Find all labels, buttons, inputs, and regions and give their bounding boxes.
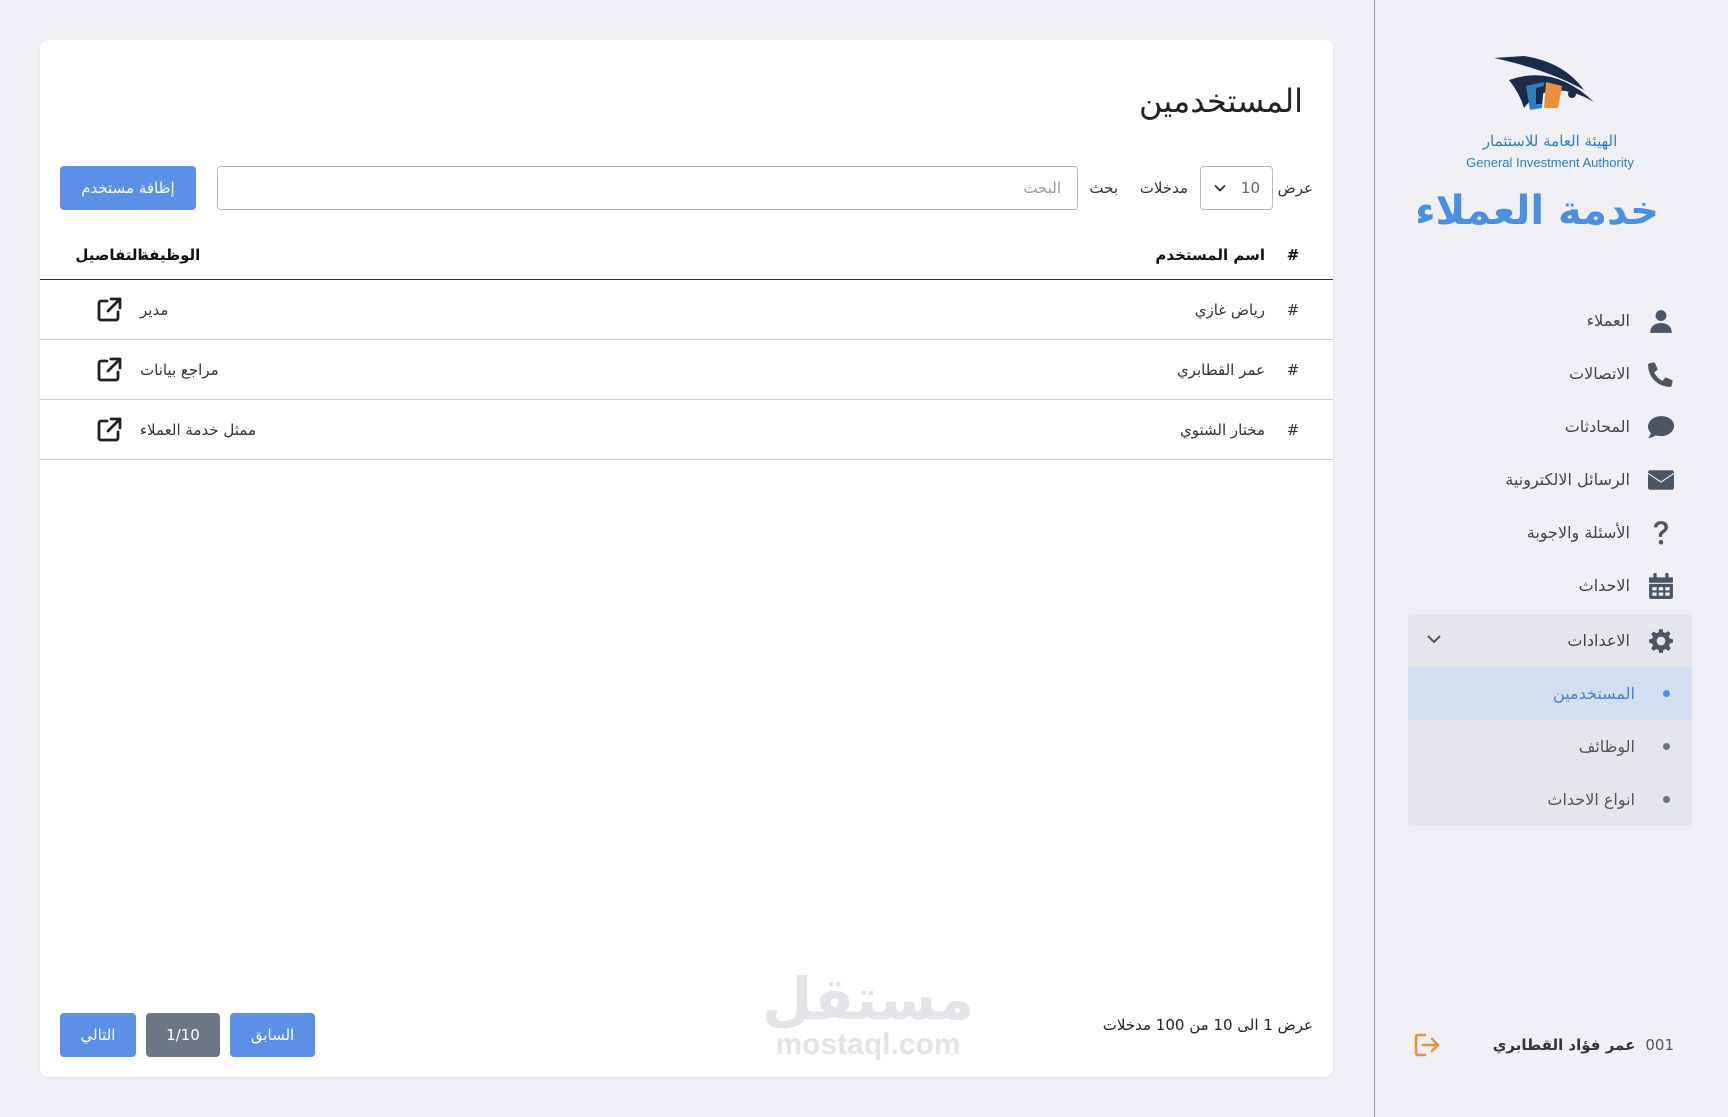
users-card: المستخدمين عرض 10 مدخلات بحث إظافة مستخد…	[40, 40, 1333, 1077]
table-toolbar: عرض 10 مدخلات بحث إظافة مستخدم	[60, 166, 1313, 210]
sidebar-item-label: الأسئلة والاجوبة	[1526, 523, 1630, 542]
header-username: اسم المستخدم	[1155, 245, 1265, 264]
sidebar-item-label: الاتصالات	[1569, 364, 1630, 383]
gear-icon	[1648, 628, 1674, 654]
sidebar-subitem-label: الوظائف	[1578, 737, 1635, 756]
watermark-english: mostaql.com	[775, 1028, 961, 1061]
current-page-indicator[interactable]: 1/10	[146, 1013, 220, 1057]
authority-logo: الهيئة العامة للاستثمار General Investme…	[1454, 50, 1646, 175]
users-table: # اسم المستخدم الوظيفة التفاصيل # رياض غ…	[40, 230, 1333, 460]
sidebar: الهيئة العامة للاستثمار General Investme…	[1374, 0, 1728, 1117]
sidebar-item-emails[interactable]: الرسائل الالكترونية	[1408, 453, 1692, 506]
entries-label: مدخلات	[1139, 179, 1188, 197]
calendar-icon	[1648, 572, 1674, 599]
row-hash: #	[1286, 300, 1300, 319]
eye-logo-icon	[1494, 56, 1594, 110]
sidebar-subitem-label: المستخدمين	[1553, 684, 1635, 703]
bullet-dot	[1663, 743, 1670, 750]
sidebar-item-calls[interactable]: الاتصالات	[1408, 347, 1692, 400]
sidebar-subitem-jobs[interactable]: الوظائف	[1408, 720, 1692, 773]
row-username: مختار الشتوي	[1180, 420, 1265, 439]
bullet-dot	[1663, 690, 1670, 697]
row-job: مراجع بيانات	[140, 360, 219, 379]
sidebar-subitem-label: انواع الاحداث	[1547, 790, 1635, 809]
user-name: عمر فؤاد القطابري	[1492, 1036, 1636, 1054]
page-size-value: 10	[1240, 179, 1260, 197]
page-title: المستخدمين	[1139, 82, 1303, 120]
chat-bubble-icon	[1648, 414, 1674, 440]
row-details	[70, 280, 148, 339]
sidebar-item-faq[interactable]: الأسئلة والاجوبة	[1408, 506, 1692, 559]
sidebar-item-label: المحادثات	[1564, 417, 1630, 436]
current-user: 001 عمر فؤاد القطابري	[1414, 1030, 1674, 1060]
table-row: # عمر القطابري مراجع بيانات	[40, 340, 1333, 400]
search-input[interactable]	[217, 166, 1078, 210]
sidebar-item-label: العملاء	[1586, 311, 1630, 330]
logo-english-text: General Investment Authority	[1466, 155, 1634, 170]
brand-title: خدمة العملاء	[1415, 188, 1659, 234]
table-row: # رياض غازي مدير	[40, 280, 1333, 340]
app-root: الهيئة العامة للاستثمار General Investme…	[0, 0, 1728, 1117]
external-link-icon[interactable]	[95, 416, 123, 444]
pagination-info: عرض 1 الى 10 من 100 مدخلات	[1102, 1016, 1313, 1034]
watermark-arabic: مستقل	[761, 965, 975, 1033]
sidebar-subitem-event-types[interactable]: انواع الاحداث	[1408, 773, 1692, 826]
bullet-dot	[1663, 796, 1670, 803]
watermark: مستقل mostaql.com	[758, 965, 978, 1061]
pagination: التالي 1/10 السابق	[60, 1013, 315, 1057]
user-icon	[1648, 308, 1674, 334]
add-user-button[interactable]: إظافة مستخدم	[60, 166, 196, 210]
row-details	[70, 340, 148, 399]
external-link-icon[interactable]	[95, 296, 123, 324]
sidebar-item-label: الاحداث	[1578, 576, 1630, 595]
external-link-icon[interactable]	[95, 356, 123, 384]
row-job: ممثل خدمة العملاء	[140, 420, 257, 439]
row-job: مدير	[140, 300, 169, 319]
settings-group: الاعدادات المستخدمين الوظائف انواع الاحد…	[1408, 614, 1692, 826]
header-job: الوظيفة	[140, 245, 201, 264]
sidebar-item-customers[interactable]: العملاء	[1408, 294, 1692, 347]
sidebar-item-chats[interactable]: المحادثات	[1408, 400, 1692, 453]
sidebar-item-settings[interactable]: الاعدادات	[1408, 614, 1692, 667]
phone-icon	[1648, 361, 1674, 387]
row-username: عمر القطابري	[1176, 360, 1265, 379]
page-size-select[interactable]: 10	[1200, 166, 1273, 210]
show-label: عرض	[1277, 179, 1313, 197]
question-mark-icon	[1648, 520, 1674, 546]
logo-arabic-text: الهيئة العامة للاستثمار	[1482, 132, 1618, 150]
search-label: بحث	[1089, 179, 1118, 197]
envelope-icon	[1648, 467, 1674, 493]
user-code: 001	[1645, 1036, 1674, 1054]
row-hash: #	[1286, 360, 1300, 379]
previous-page-button[interactable]: السابق	[230, 1013, 315, 1057]
sidebar-subitem-users[interactable]: المستخدمين	[1408, 667, 1692, 720]
header-details: التفاصيل	[75, 245, 143, 264]
header-hash: #	[1286, 245, 1300, 264]
row-hash: #	[1286, 420, 1300, 439]
sidebar-item-label: الرسائل الالكترونية	[1505, 470, 1630, 489]
table-row: # مختار الشتوي ممثل خدمة العملاء	[40, 400, 1333, 460]
next-page-button[interactable]: التالي	[60, 1013, 136, 1057]
table-header: # اسم المستخدم الوظيفة التفاصيل	[40, 230, 1333, 280]
chevron-down-icon[interactable]	[1426, 631, 1442, 647]
row-username: رياض غازي	[1194, 300, 1265, 319]
sidebar-item-label: الاعدادات	[1567, 631, 1630, 650]
chevron-down-icon	[1214, 184, 1226, 192]
row-details	[70, 400, 148, 459]
sidebar-nav: العملاء الاتصالات المحادثات الرسائل الال…	[1408, 294, 1692, 826]
sidebar-item-events[interactable]: الاحداث	[1408, 559, 1692, 612]
logout-icon[interactable]	[1414, 1032, 1442, 1058]
